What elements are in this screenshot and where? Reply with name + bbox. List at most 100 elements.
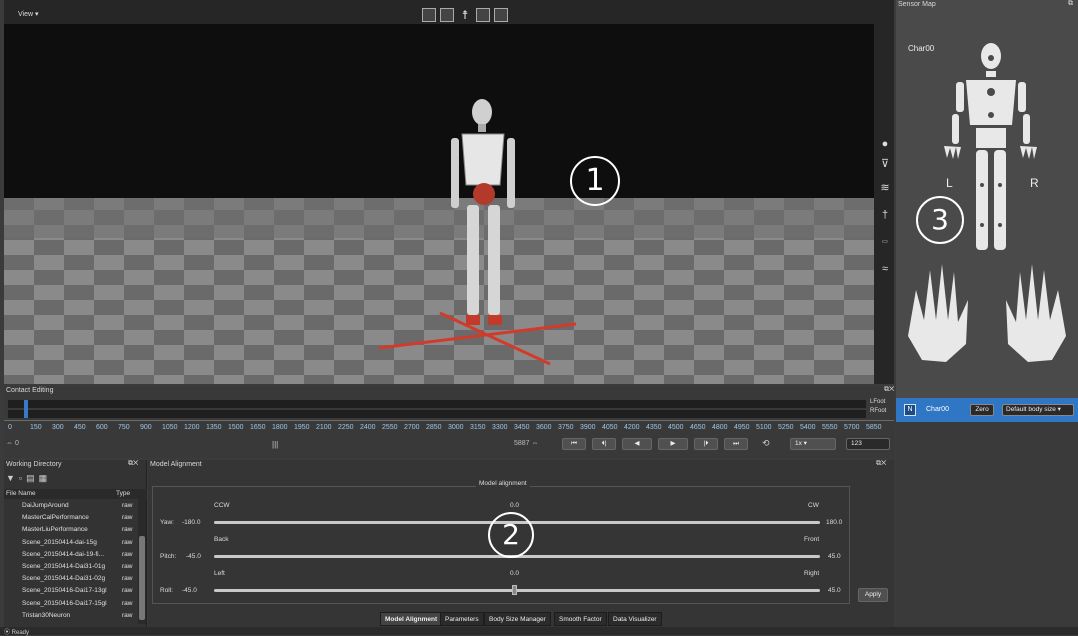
last-frame-icon[interactable]: ⏭ bbox=[724, 438, 748, 450]
scene-canvas bbox=[4, 0, 894, 384]
tab-data-visualizer[interactable]: Data Visualizer bbox=[608, 612, 662, 626]
speed-dropdown[interactable]: 1x ▾ bbox=[790, 438, 836, 450]
3d-viewport[interactable]: View ▾ ☨ ● ⊽ ≋ † ▭ ≈ 1 bbox=[4, 0, 894, 384]
roll-slider[interactable] bbox=[214, 589, 820, 592]
timeline-tick-label: 4800 bbox=[712, 424, 728, 431]
prev-frame-icon[interactable]: ⏴| bbox=[592, 438, 616, 450]
end-frame: 5887 ⇔ bbox=[514, 440, 539, 447]
timeline-tick-label: 150 bbox=[30, 424, 42, 431]
apply-button[interactable]: Apply bbox=[858, 588, 888, 602]
zero-button[interactable]: Zero bbox=[970, 404, 994, 416]
zero-icon[interactable]: ▭ bbox=[878, 235, 892, 249]
timeline-tick-label: 1950 bbox=[294, 424, 310, 431]
wave-icon[interactable]: ≈ bbox=[878, 262, 892, 276]
file-row[interactable]: MasterCalPerformance bbox=[22, 514, 89, 521]
panel-float-close-icon[interactable]: ⧉✕ bbox=[876, 460, 886, 468]
timeline-tick-label: 2100 bbox=[316, 424, 332, 431]
annotation-marker-1: 1 bbox=[570, 156, 620, 206]
yaw-right-label: CW bbox=[808, 502, 819, 509]
body-icon[interactable]: † bbox=[878, 208, 892, 222]
roll-left-label: Left bbox=[214, 570, 225, 577]
col-name-header[interactable]: File Name bbox=[6, 490, 36, 497]
scrollbar-thumb[interactable] bbox=[139, 536, 145, 620]
working-directory-title: Working Directory bbox=[6, 461, 62, 468]
start-frame-value: 0 bbox=[14, 440, 19, 447]
col-type-header[interactable]: Type bbox=[116, 490, 130, 497]
file-row[interactable]: MasterLiuPerformance bbox=[22, 526, 88, 533]
timeline-tick-label: 4950 bbox=[734, 424, 750, 431]
tab-smooth-factor[interactable]: Smooth Factor bbox=[554, 612, 607, 626]
file-row[interactable]: Scene_20150414-Dai31-02g bbox=[22, 575, 105, 582]
contact-editing-panel: Contact Editing ⧉✕ LFoot RFoot 0 150 300 45… bbox=[4, 386, 894, 458]
rfoot-label: RFoot bbox=[870, 408, 887, 414]
monitor-icon[interactable] bbox=[440, 8, 454, 22]
yaw-min: -180.0 bbox=[182, 519, 201, 526]
grid-icon[interactable] bbox=[494, 8, 508, 22]
file-list-header: File Name Type bbox=[4, 489, 147, 499]
play-back-icon[interactable]: ◀ bbox=[622, 438, 652, 450]
timeline-tick-label: 600 bbox=[96, 424, 108, 431]
timeline-tick-label: 1800 bbox=[272, 424, 288, 431]
file-row[interactable]: Scene_20150414-Dai31-01g bbox=[22, 563, 105, 570]
roll-label: Roll: bbox=[160, 587, 174, 594]
roll-min: -45.0 bbox=[182, 587, 197, 594]
timeline-tick-label: 3600 bbox=[536, 424, 552, 431]
tab-parameters[interactable]: Parameters bbox=[440, 612, 484, 626]
cup-icon[interactable]: ⊽ bbox=[878, 157, 892, 171]
tab-body-size-manager[interactable]: Body Size Manager bbox=[484, 612, 551, 626]
timeline-tick-label: 3900 bbox=[580, 424, 596, 431]
file-row[interactable]: Tristan30Neuron bbox=[22, 612, 70, 619]
file-type: raw bbox=[122, 587, 133, 595]
circle-icon[interactable]: ● bbox=[878, 137, 892, 151]
lfoot-track[interactable] bbox=[8, 400, 866, 408]
yaw-center-label: 0.0 bbox=[510, 502, 520, 509]
timeline-tick-label: 3150 bbox=[470, 424, 486, 431]
file-toolbar[interactable]: ▼▫▤▦ bbox=[6, 473, 51, 484]
yaw-label: Yaw: bbox=[160, 519, 174, 526]
file-type: raw bbox=[122, 526, 133, 534]
panel-float-close-icon[interactable]: ⧉✕ bbox=[884, 386, 894, 394]
body-size-value: Default body size bbox=[1006, 406, 1056, 413]
neuron-badge: N bbox=[904, 404, 916, 416]
file-row[interactable]: DaiJumpAround bbox=[22, 502, 69, 509]
next-frame-icon[interactable]: |⏵ bbox=[694, 438, 718, 450]
file-list-scrollbar[interactable] bbox=[138, 490, 146, 624]
contact-icon[interactable]: ≋ bbox=[878, 181, 892, 195]
character-bar[interactable]: N Char00 Zero Default body size ▾ bbox=[896, 398, 1078, 422]
yaw-left-label: CCW bbox=[214, 502, 230, 509]
play-icon[interactable]: ▶ bbox=[658, 438, 688, 450]
range-handle-icon[interactable]: ||| bbox=[272, 440, 278, 449]
status-text: Ready bbox=[11, 630, 30, 636]
annotation-marker-2: 2 bbox=[488, 512, 534, 558]
sensor-map-empty-area bbox=[896, 422, 1078, 627]
timeline-tick-label: 2250 bbox=[338, 424, 354, 431]
panel-float-close-icon[interactable]: ⧉✕ bbox=[128, 460, 138, 468]
first-frame-icon[interactable]: ⏮ bbox=[562, 438, 586, 450]
file-row[interactable]: Scene_20150416-Dai17-13gl bbox=[22, 587, 107, 594]
loop-icon[interactable]: ⟲ bbox=[762, 438, 770, 449]
file-row[interactable]: Scene_20150416-Dai17-15gl bbox=[22, 600, 107, 607]
frame-input[interactable]: 123 bbox=[846, 438, 890, 450]
timeline-cursor[interactable] bbox=[24, 400, 28, 418]
timeline-tick-label: 750 bbox=[118, 424, 130, 431]
timeline-tick-label: 4650 bbox=[690, 424, 706, 431]
roll-max: 45.0 bbox=[828, 587, 841, 594]
timeline-tick-label: 2550 bbox=[382, 424, 398, 431]
body-size-dropdown[interactable]: Default body size ▾ bbox=[1002, 404, 1074, 416]
timeline-tick-label: 1650 bbox=[250, 424, 266, 431]
window-icon[interactable] bbox=[476, 8, 490, 22]
right-side-label: R bbox=[1030, 176, 1039, 190]
tab-model-alignment[interactable]: Model Alignment bbox=[380, 612, 443, 626]
timeline-tick-label: 1500 bbox=[228, 424, 244, 431]
character-bar-name: Char00 bbox=[926, 406, 949, 413]
file-row[interactable]: Scene_20150414-dai-15g bbox=[22, 539, 97, 546]
timeline-tick-label: 450 bbox=[74, 424, 86, 431]
rfoot-track[interactable] bbox=[8, 410, 866, 418]
checker-icon[interactable] bbox=[422, 8, 436, 22]
group-title: Model alignment bbox=[476, 480, 530, 487]
person-icon[interactable]: ☨ bbox=[458, 8, 472, 22]
roll-slider-thumb[interactable] bbox=[512, 585, 517, 595]
file-row[interactable]: Scene_20150414-dai-19-fi... bbox=[22, 551, 104, 558]
view-menu[interactable]: View ▾ bbox=[18, 10, 39, 18]
model-alignment-title: Model Alignment bbox=[150, 461, 202, 468]
